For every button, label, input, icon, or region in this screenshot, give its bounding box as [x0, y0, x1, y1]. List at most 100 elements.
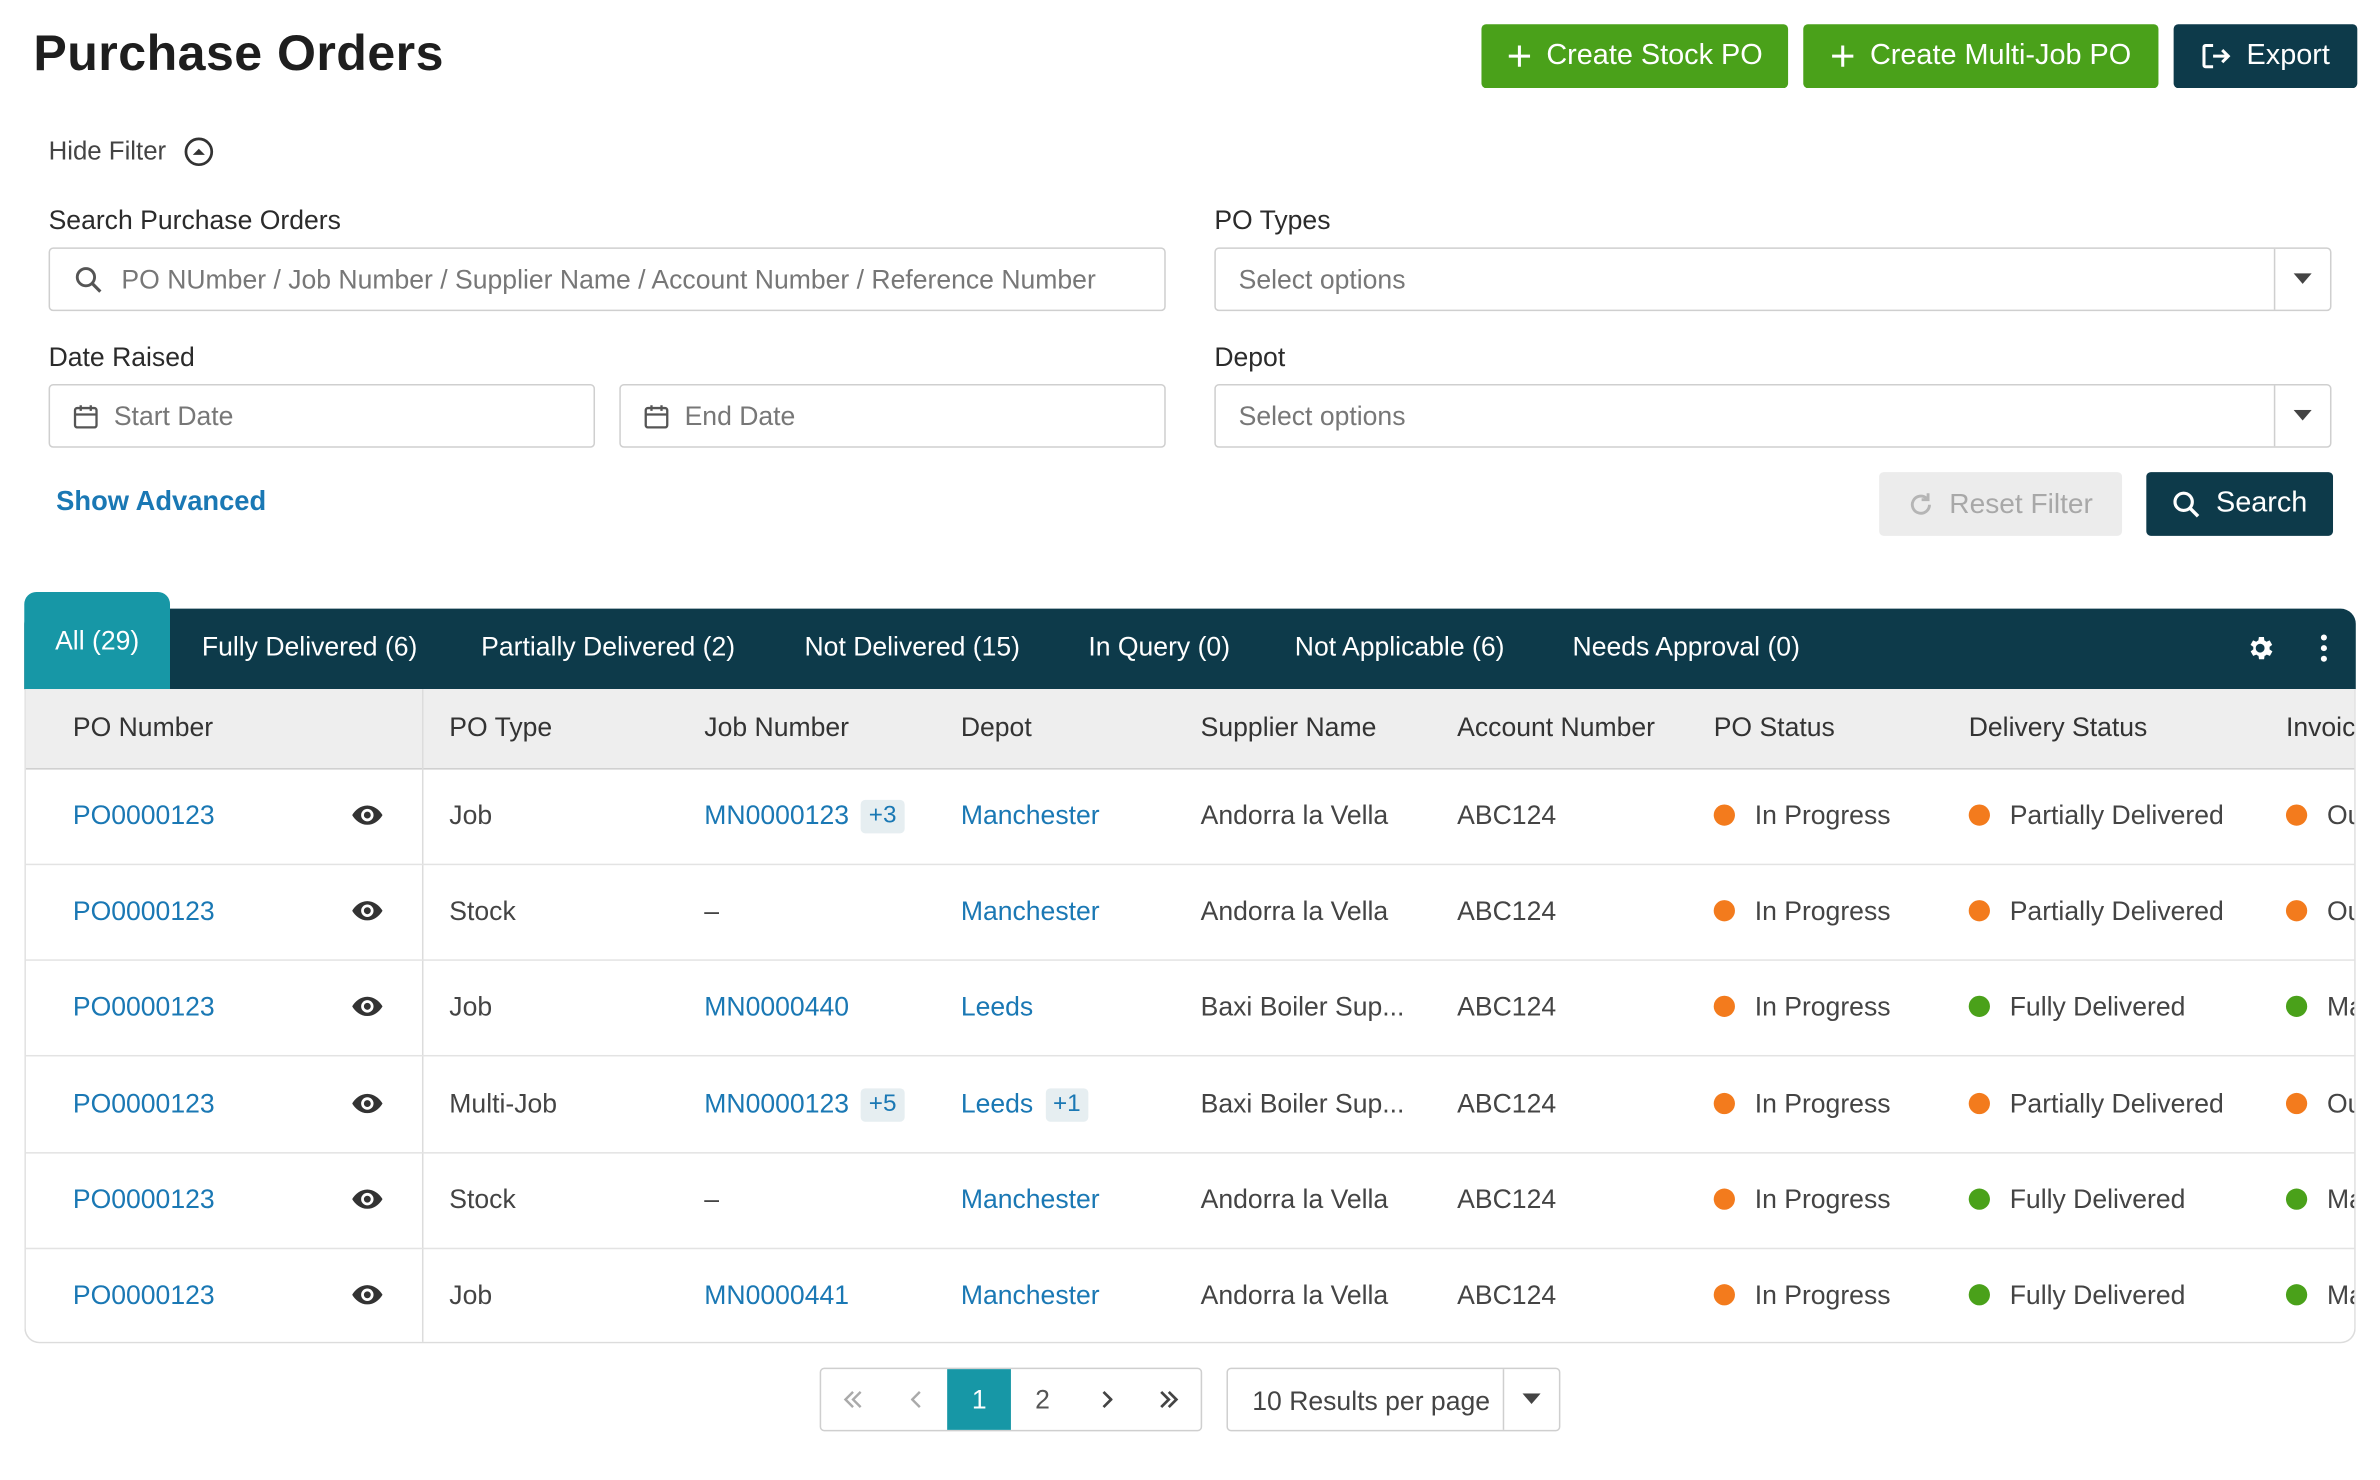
job-number-link[interactable]: MN0000441 [704, 1280, 849, 1310]
delivery-status-dot [1968, 900, 1990, 922]
double-chevron-right-icon [1160, 1390, 1179, 1409]
view-po-button[interactable] [352, 897, 383, 929]
delivery-status-label: Partially Delivered [2009, 1087, 2224, 1119]
depot-link[interactable]: Leeds [961, 992, 1033, 1022]
end-date-input[interactable]: End Date [619, 384, 1166, 448]
job-number-cell: MN0000440 [704, 992, 849, 1024]
table-row[interactable]: PO0000123 Job MN0000440 Leeds Baxi Boiler Su… [25, 960, 2355, 1058]
po-status: In Progress [1713, 992, 1891, 1024]
po-type: Job [449, 1279, 493, 1310]
depot-count-badge[interactable]: +1 [1045, 1087, 1089, 1122]
column-header-delivery-status[interactable]: Delivery Status [1969, 712, 2148, 744]
eye-icon [352, 1285, 383, 1305]
page-2-button[interactable]: 2 [1011, 1369, 1074, 1430]
po-number-link[interactable]: PO0000123 [73, 896, 215, 928]
gear-icon[interactable] [2245, 633, 2275, 663]
view-po-button[interactable] [352, 1089, 383, 1121]
po-number-link[interactable]: PO0000123 [73, 1280, 215, 1312]
table-row[interactable]: PO0000123 Job MN0000441 Manchester Andorra l… [26, 1248, 2354, 1342]
delivery-status-dot [1968, 996, 1990, 1018]
depot-link[interactable]: Manchester [961, 896, 1100, 926]
results-per-page-toggle[interactable] [1502, 1369, 1559, 1430]
tab-needs-approval[interactable]: Needs Approval (0) [1573, 631, 1800, 663]
account-number: ABC124 [1457, 1279, 1557, 1310]
first-page-button[interactable] [821, 1369, 884, 1430]
column-header-po-type[interactable]: PO Type [449, 712, 552, 744]
kebab-icon[interactable] [2309, 633, 2339, 663]
table-row[interactable]: PO0000123 Job MN0000123 +3 Manchester Andorra… [25, 768, 2355, 866]
column-header-depot[interactable]: Depot [961, 712, 1032, 744]
job-number-link[interactable]: MN0000440 [704, 992, 849, 1022]
column-header-po-number[interactable]: PO Number [73, 712, 213, 744]
po-number-link[interactable]: PO0000123 [73, 800, 215, 832]
column-header-account-number[interactable]: Account Number [1457, 712, 1655, 744]
view-po-button[interactable] [352, 801, 383, 833]
depot-link[interactable]: Leeds [961, 1088, 1033, 1118]
show-advanced-link[interactable]: Show Advanced [56, 486, 266, 518]
job-count-badge[interactable]: +3 [861, 799, 905, 834]
create-stock-po-button[interactable]: Create Stock PO [1481, 24, 1789, 89]
hide-filter-toggle[interactable]: Hide Filter [49, 137, 215, 167]
results-per-page-select[interactable]: 10 Results per page [1226, 1367, 1561, 1432]
export-button[interactable]: Export [2173, 24, 2358, 89]
depot-cell: Leeds +1 [961, 1087, 1089, 1122]
tab-in-query[interactable]: In Query (0) [1088, 631, 1230, 663]
prev-page-button[interactable] [884, 1369, 947, 1430]
column-header-supplier-name[interactable]: Supplier Name [1201, 712, 1377, 744]
delivery-status: Fully Delivered [1968, 1280, 2185, 1312]
account-number: ABC124 [1457, 1087, 1557, 1119]
search-input[interactable]: PO NUmber / Job Number / Supplier Name /… [48, 247, 1166, 312]
depot-link[interactable]: Manchester [961, 1184, 1100, 1214]
po-status: In Progress [1713, 1184, 1891, 1216]
invoice-status-dot [2285, 1092, 2308, 1114]
tab-partially-delivered[interactable]: Partially Delivered (2) [481, 631, 735, 663]
end-date-placeholder: End Date [684, 399, 796, 431]
column-header-invoice[interactable]: Invoic [2286, 712, 2354, 744]
depot-cell: Manchester [961, 1280, 1100, 1312]
tab-not-delivered[interactable]: Not Delivered (15) [804, 631, 1020, 663]
job-number-cell: MN0000123 +3 [704, 799, 905, 834]
eye-icon [352, 997, 383, 1017]
purchase-orders-table: PO Number PO Type Job Number Depot Suppl… [24, 689, 2356, 1344]
po-number-link[interactable]: PO0000123 [73, 1088, 215, 1120]
table-row[interactable]: PO0000123 Multi-Job MN0000123 +5 Leeds +1 Baxi… [25, 1056, 2355, 1153]
eye-icon [352, 1189, 383, 1209]
po-number-link[interactable]: PO0000123 [73, 992, 215, 1024]
column-header-job-number[interactable]: Job Number [704, 712, 849, 744]
page-1-button[interactable]: 1 [947, 1369, 1011, 1430]
depot-cell: Manchester [961, 1184, 1100, 1216]
depot-dropdown-toggle[interactable] [2273, 385, 2330, 447]
search-button[interactable]: Search [2146, 472, 2334, 536]
view-po-button[interactable] [352, 1281, 383, 1313]
create-multi-job-po-button[interactable]: Create Multi-Job PO [1803, 24, 2159, 89]
po-number-link[interactable]: PO0000123 [73, 1184, 215, 1216]
job-number-link[interactable]: MN0000123 [704, 800, 849, 830]
depot-link[interactable]: Manchester [961, 1280, 1100, 1310]
invoice-status-dot [2285, 900, 2308, 922]
po-types-dropdown-toggle[interactable] [2273, 248, 2330, 310]
po-types-select[interactable]: Select options [1214, 247, 2332, 312]
column-header-po-status[interactable]: PO Status [1714, 712, 1835, 744]
reset-filter-button[interactable]: Reset Filter [1879, 472, 2123, 536]
depot-link[interactable]: Manchester [961, 800, 1100, 830]
depot-cell: Leeds [961, 992, 1033, 1024]
job-number-link[interactable]: MN0000123 [704, 1088, 849, 1118]
depot-select[interactable]: Select options [1214, 384, 2332, 448]
table-row[interactable]: PO0000123 Stock – Manchester Andorra la Vell… [25, 1152, 2355, 1249]
table-row[interactable]: PO0000123 Stock – Manchester Andorra la Vell… [25, 864, 2355, 962]
next-page-button[interactable] [1074, 1369, 1137, 1430]
last-page-button[interactable] [1137, 1369, 1200, 1430]
po-status-dot [1713, 1092, 1735, 1114]
search-icon [2173, 490, 2200, 517]
tab-all[interactable]: All (29) [24, 591, 171, 690]
tab-fully-delivered[interactable]: Fully Delivered (6) [202, 631, 418, 663]
tab-not-applicable[interactable]: Not Applicable (6) [1295, 631, 1505, 663]
view-po-button[interactable] [352, 993, 383, 1025]
search-placeholder: PO NUmber / Job Number / Supplier Name /… [121, 263, 1096, 294]
reset-filter-label: Reset Filter [1949, 487, 2093, 520]
job-number-cell: MN0000441 [704, 1280, 849, 1312]
start-date-input[interactable]: Start Date [48, 384, 596, 448]
view-po-button[interactable] [352, 1185, 383, 1217]
invoice-status-dot [2285, 1284, 2308, 1306]
job-count-badge[interactable]: +5 [861, 1087, 905, 1122]
